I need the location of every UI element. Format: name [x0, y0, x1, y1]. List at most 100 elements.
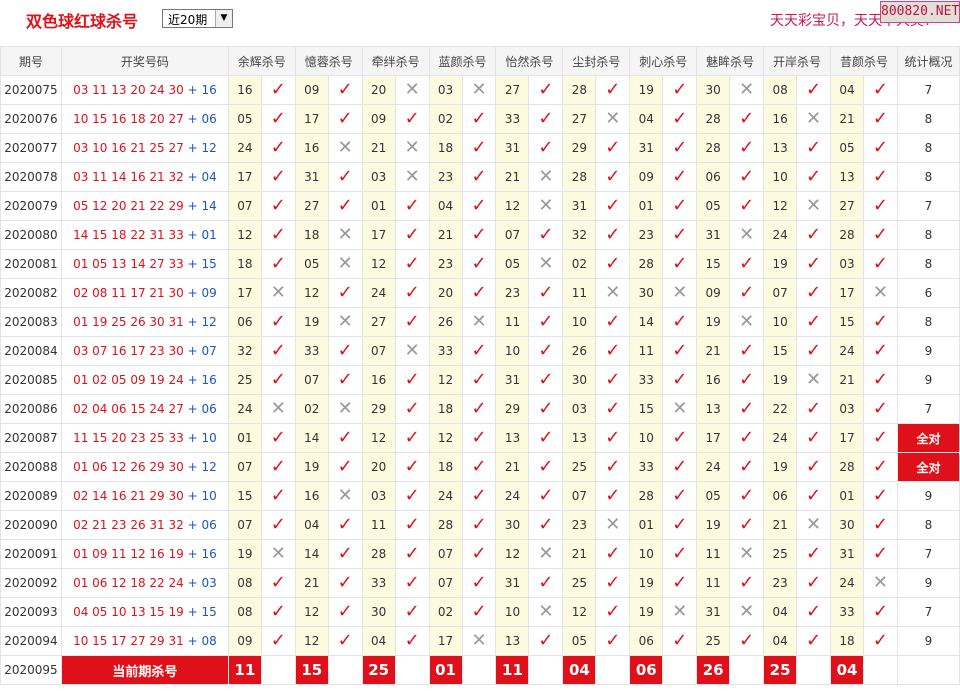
- table-row: 2020083 01 19 25 26 30 31 + 12 06 ✓ 19 ✕ 27 ✓ 26…: [0, 307, 960, 337]
- check-icon: ✓: [394, 220, 430, 250]
- kill-number: 04: [361, 626, 396, 656]
- check-icon: ✓: [729, 394, 765, 424]
- check-icon: ✓: [394, 249, 430, 279]
- check-icon: ✓: [327, 510, 363, 540]
- plus-sign: +: [183, 83, 202, 97]
- check-icon: ✓: [729, 510, 765, 540]
- cross-icon: ✕: [595, 104, 631, 134]
- kill-number: 12: [428, 423, 463, 453]
- check-icon: ✓: [729, 568, 765, 598]
- kill-number: 19: [763, 365, 798, 395]
- kill-number: 08: [227, 597, 262, 627]
- check-icon: ✓: [260, 220, 296, 250]
- kill-number: 15: [227, 481, 262, 511]
- check-icon: ✓: [662, 75, 698, 105]
- draw-cell: 03 10 16 21 25 27 + 12: [60, 133, 229, 163]
- col-expert-4: 蓝颜杀号: [428, 46, 497, 76]
- draw-cell: 02 08 11 17 21 30 + 09: [60, 278, 229, 308]
- table-row: 2020080 14 15 18 22 31 33 + 01 12 ✓ 18 ✕ 17 ✓ 21…: [0, 220, 960, 250]
- check-icon: ✓: [260, 336, 296, 366]
- kill-number: 24: [227, 394, 262, 424]
- kill-number: 07: [227, 452, 262, 482]
- check-icon: ✓: [528, 510, 564, 540]
- plus-sign: +: [183, 460, 202, 474]
- page-title: 双色球红球杀号: [26, 12, 139, 31]
- kill-number: 23: [428, 249, 463, 279]
- current-kill-spacer: [796, 655, 832, 685]
- check-icon: ✓: [796, 626, 832, 656]
- table-row: 2020088 01 06 12 26 29 30 + 12 07 ✓ 19 ✓ 20 ✓ 18…: [0, 452, 960, 482]
- kill-number: 12: [763, 191, 798, 221]
- cross-icon: ✕: [327, 394, 363, 424]
- kill-number: 25: [763, 539, 798, 569]
- plus-sign: +: [183, 373, 202, 387]
- check-icon: ✓: [862, 597, 898, 627]
- top-bar: 双色球红球杀号 近20期 ▼ 天天彩宝贝，天天中大奖！ 800820.NET: [0, 0, 960, 46]
- kill-number: 04: [428, 191, 463, 221]
- kill-number: 05: [294, 249, 329, 279]
- kill-number: 31: [495, 568, 530, 598]
- kill-number: 11: [696, 539, 731, 569]
- draw-cell: 05 12 20 21 22 29 + 14: [60, 191, 229, 221]
- kill-number: 18: [428, 394, 463, 424]
- kill-number: 10: [763, 162, 798, 192]
- check-icon: ✓: [729, 133, 765, 163]
- kill-number: 06: [629, 626, 664, 656]
- kill-number: 09: [696, 278, 731, 308]
- period-select[interactable]: 近20期 ▼: [162, 9, 233, 28]
- kill-number: 20: [361, 75, 396, 105]
- draw-cell: 01 19 25 26 30 31 + 12: [60, 307, 229, 337]
- kill-number: 09: [227, 626, 262, 656]
- kill-number: 13: [562, 423, 597, 453]
- kill-number: 31: [495, 365, 530, 395]
- check-icon: ✓: [729, 191, 765, 221]
- cross-icon: ✕: [394, 162, 430, 192]
- plus-sign: +: [183, 489, 202, 503]
- cross-icon: ✕: [528, 162, 564, 192]
- kill-number: 30: [361, 597, 396, 627]
- kill-number: 19: [629, 75, 664, 105]
- kill-number: 29: [495, 394, 530, 424]
- chevron-down-icon[interactable]: ▼: [215, 10, 232, 27]
- period-cell: 2020075: [0, 75, 62, 105]
- stat-cell: 7: [896, 75, 960, 105]
- plus-sign: +: [183, 170, 202, 184]
- period-cell: 2020080: [0, 220, 62, 250]
- check-icon: ✓: [862, 626, 898, 656]
- red-balls: 01 06 12 26 29 30: [73, 460, 184, 474]
- check-icon: ✓: [662, 162, 698, 192]
- kill-number: 01: [629, 191, 664, 221]
- stat-cell: 8: [896, 220, 960, 250]
- red-balls: 02 08 11 17 21 30: [73, 286, 184, 300]
- kill-number: 07: [361, 336, 396, 366]
- plus-sign: +: [183, 344, 202, 358]
- current-kill-number: 25: [763, 655, 798, 685]
- kill-number: 33: [830, 597, 864, 627]
- check-icon: ✓: [394, 481, 430, 511]
- kill-number: 25: [696, 626, 731, 656]
- kill-number: 07: [227, 191, 262, 221]
- check-icon: ✓: [528, 133, 564, 163]
- kill-number: 08: [763, 75, 798, 105]
- kill-number: 15: [696, 249, 731, 279]
- kill-number: 03: [361, 481, 396, 511]
- check-icon: ✓: [662, 336, 698, 366]
- kill-number: 07: [294, 365, 329, 395]
- draw-cell: 02 14 16 21 29 30 + 10: [60, 481, 229, 511]
- kill-number: 28: [696, 133, 731, 163]
- check-icon: ✓: [394, 510, 430, 540]
- check-icon: ✓: [662, 104, 698, 134]
- blue-ball: 15: [201, 257, 217, 271]
- blue-ball: 10: [201, 489, 217, 503]
- kill-number: 24: [830, 568, 864, 598]
- site-badge[interactable]: 800820.NET: [880, 1, 960, 23]
- kill-number: 05: [562, 626, 597, 656]
- check-icon: ✓: [394, 568, 430, 598]
- cross-icon: ✕: [729, 75, 765, 105]
- check-icon: ✓: [394, 278, 430, 308]
- check-icon: ✓: [260, 568, 296, 598]
- check-icon: ✓: [862, 365, 898, 395]
- kill-number: 12: [361, 249, 396, 279]
- check-icon: ✓: [461, 191, 497, 221]
- kill-number: 13: [696, 394, 731, 424]
